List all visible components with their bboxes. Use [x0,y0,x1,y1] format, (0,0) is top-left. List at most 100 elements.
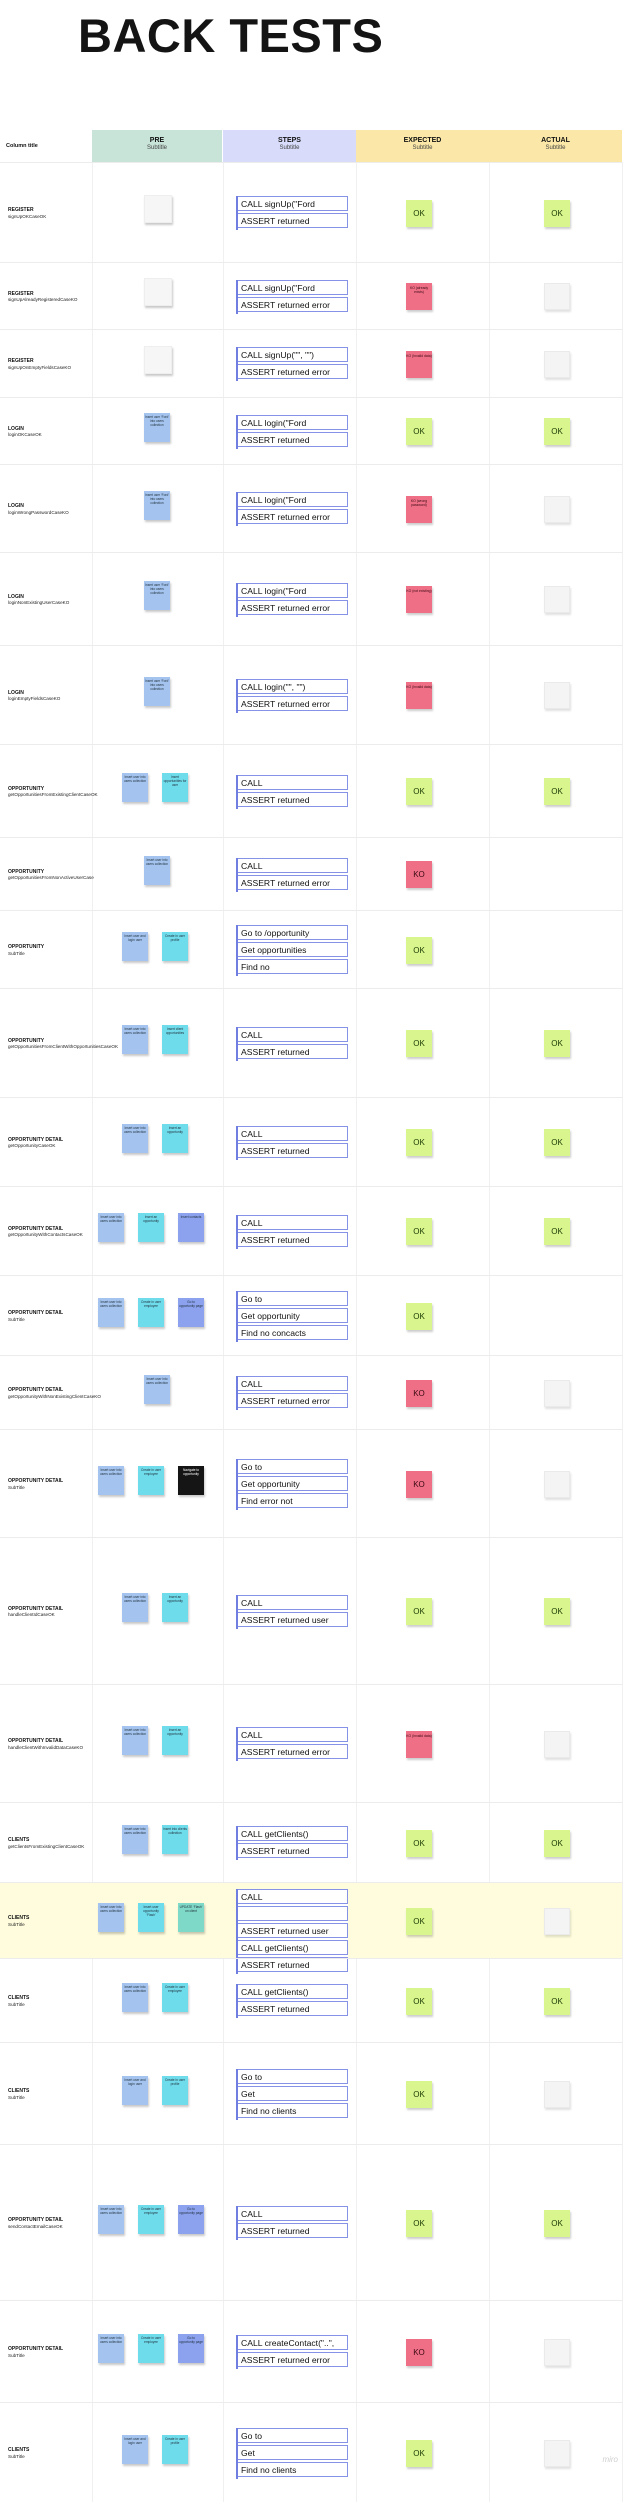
step-line[interactable]: CALL login("Ford [238,582,348,598]
step-line[interactable]: CALL [238,1214,348,1230]
sticky-note[interactable]: Insert user and login user [122,2075,148,2105]
expected-result-sticky[interactable]: OK [406,1218,432,1245]
sticky-note[interactable]: Insert user into users collection [122,1124,148,1153]
sticky-note[interactable]: Create in user employee [138,2204,164,2234]
sticky-note[interactable]: Insert an opportunity [162,1593,188,1622]
step-line[interactable]: ASSERT returned [238,1843,348,1858]
step-line[interactable]: ASSERT returned error [238,599,348,615]
step-line[interactable]: ASSERT returned error [238,1393,348,1408]
sticky-note[interactable]: Insert user into users collection [122,1725,148,1755]
step-line[interactable]: ASSERT returned error [238,695,348,711]
steps-block[interactable]: Go to Get opportunity Find error not [236,1458,348,1510]
steps-block[interactable]: Go to Get Find no clients [236,2427,348,2479]
sticky-note[interactable]: Insert client opportunities [162,1025,188,1054]
expected-result-sticky[interactable]: KO (Invalid data) [406,1730,432,1758]
steps-block[interactable]: CALL ASSERT returned [236,2206,348,2240]
steps-block[interactable]: Go to /opportunity Get opportunities Find … [236,924,348,976]
sticky-note[interactable]: Create in user profile [162,2075,188,2105]
step-line[interactable]: Go to /opportunity [238,924,348,940]
step-line[interactable]: Find no concacts [238,1324,348,1340]
expected-result-sticky[interactable]: OK [406,2209,432,2237]
steps-block[interactable]: CALL ASSERT returned error [236,1727,348,1761]
sticky-note[interactable]: Insert an opportunity [162,1725,188,1755]
step-line[interactable]: CALL getClients() [238,1940,348,1955]
steps-block[interactable]: CALL ASSERT returned user [236,1594,348,1629]
sticky-note[interactable]: Go to opportunity page [178,2204,204,2234]
step-line[interactable]: Find no [238,958,348,974]
expected-result-sticky[interactable]: OK [406,1030,432,1057]
step-line[interactable]: ASSERT returned error [238,509,348,524]
sticky-note[interactable]: Insert user ‘Ford’ into users collection [144,581,170,610]
step-line[interactable]: Get opportunity [238,1475,348,1491]
steps-block[interactable]: CALL login("", "") ASSERT returned error [236,678,348,713]
step-line[interactable]: Go to [238,1458,348,1474]
sticky-note[interactable]: Go to opportunity page [178,1297,204,1327]
sticky-note[interactable]: Insert user into users collection [98,1902,124,1932]
actual-result-sticky[interactable] [544,1379,570,1407]
expected-result-sticky[interactable]: OK [406,418,432,445]
expected-result-sticky[interactable]: OK [406,1987,432,2015]
step-line[interactable]: ASSERT returned error [238,1744,348,1759]
expected-result-sticky[interactable]: KO (Invalid data) [406,682,432,709]
expected-result-sticky[interactable]: KO (wrong password) [406,495,432,523]
sticky-note[interactable]: Insert user ‘Ford’ into users collection [144,490,170,520]
expected-result-sticky[interactable]: OK [406,2080,432,2108]
steps-block[interactable]: CALL ASSERT returned error [236,857,348,892]
expected-result-sticky[interactable]: OK [406,1129,432,1156]
actual-result-sticky[interactable]: OK [544,1129,570,1156]
sticky-note[interactable]: Insert user into users collection [122,1982,148,2012]
sticky-note[interactable]: Insert user into users collection [98,1213,124,1242]
step-line[interactable]: Get [238,2444,348,2460]
step-line[interactable]: Go to [238,2427,348,2443]
actual-result-sticky[interactable] [544,2338,570,2366]
steps-block[interactable]: CALL login("Ford ASSERT returned error [236,492,348,526]
sticky-note[interactable]: Insert user into users collection [98,2333,124,2363]
actual-result-sticky[interactable] [544,495,570,523]
step-line[interactable]: ASSERT returned [238,791,348,807]
step-line[interactable] [238,1906,348,1921]
step-line[interactable]: CALL getClients() [238,1826,348,1841]
steps-block[interactable]: CALL createContact("..", ASSERT returned … [236,2335,348,2369]
expected-result-sticky[interactable]: OK [406,199,432,227]
step-line[interactable]: ASSERT returned [238,1043,348,1059]
steps-block[interactable]: CALL signUp("", "") ASSERT returned error [236,347,348,381]
expected-result-sticky[interactable]: OK [406,2439,432,2467]
step-line[interactable]: CALL [238,1889,348,1904]
step-line[interactable]: CALL [238,1376,348,1391]
actual-result-sticky[interactable] [544,283,570,310]
step-line[interactable]: CALL [238,1026,348,1042]
sticky-note[interactable]: Insert user into users collection [122,773,148,802]
actual-result-sticky[interactable] [544,350,570,378]
step-line[interactable]: CALL login("", "") [238,678,348,694]
actual-result-sticky[interactable] [544,2080,570,2108]
step-line[interactable]: ASSERT returned user [238,1923,348,1938]
step-line[interactable]: CALL signUp("", "") [238,347,348,362]
steps-block[interactable]: CALL ASSERT returned [236,774,348,809]
step-line[interactable]: Get [238,2085,348,2101]
steps-block[interactable]: CALL login("Ford ASSERT returned error [236,582,348,617]
actual-result-sticky[interactable]: OK [544,1030,570,1057]
actual-result-sticky[interactable]: OK [544,1987,570,2015]
steps-block[interactable]: CALL getClients() ASSERT returned [236,1826,348,1860]
steps-block[interactable]: CALL ASSERT returned [236,1026,348,1061]
actual-result-sticky[interactable] [544,2439,570,2467]
step-line[interactable]: ASSERT returned [238,2223,348,2238]
sticky-note[interactable] [144,345,172,374]
steps-block[interactable]: CALL signUp("Ford ASSERT returned error [236,279,348,314]
sticky-note[interactable]: Insert contacts [178,1213,204,1242]
steps-block[interactable]: Go to Get opportunity Find no concacts [236,1290,348,1342]
steps-block[interactable]: CALL ASSERT returned [236,1125,348,1160]
expected-result-sticky[interactable]: KO (Invalid data) [406,350,432,378]
expected-result-sticky[interactable]: OK [406,1829,432,1857]
sticky-note[interactable]: Insert user into users collection [144,1374,170,1404]
steps-block[interactable]: CALL ASSERT returned error [236,1376,348,1410]
step-line[interactable]: ASSERT returned user [238,1611,348,1627]
sticky-note[interactable]: Insert user ‘Ford’ into users collection [144,413,170,442]
actual-result-sticky[interactable]: OK [544,418,570,445]
step-line[interactable]: CALL login("Ford [238,492,348,507]
sticky-note[interactable]: Insert user into users collection [122,1025,148,1054]
step-line[interactable]: Find error not [238,1492,348,1508]
sticky-note[interactable] [144,194,172,223]
expected-result-sticky[interactable]: OK [406,1302,432,1330]
actual-result-sticky[interactable]: OK [544,2209,570,2237]
